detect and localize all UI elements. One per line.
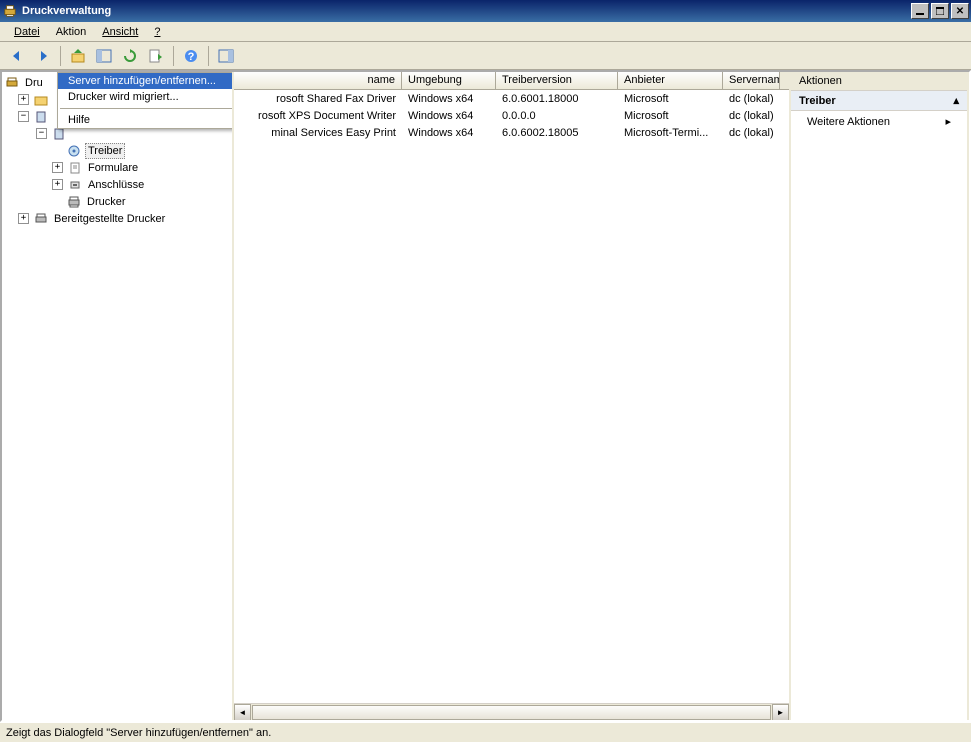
actions-pane: Aktionen Treiber ▴ Weitere Aktionen ▸ [791,72,969,720]
actions-section-label: Treiber [799,95,836,107]
actions-more-actions[interactable]: Weitere Aktionen ▸ [791,111,967,132]
context-menu-add-remove-server[interactable]: Server hinzufügen/entfernen... [58,73,234,89]
driver-icon [66,143,82,159]
menu-bar: Datei Aktion Ansicht ? [0,22,971,42]
driver-env: Windows x64 [402,126,496,140]
context-menu: Server hinzufügen/entfernen... Drucker w… [57,72,234,129]
maximize-button[interactable] [931,3,949,19]
actions-section-drivers[interactable]: Treiber ▴ [791,91,967,111]
printer-icon [66,194,82,210]
list-row[interactable]: rosoft Shared Fax Driver Windows x64 6.0… [234,90,789,107]
scroll-thumb[interactable] [252,705,771,720]
driver-version: 6.0.6002.18005 [496,126,618,140]
printer-management-icon [4,75,20,91]
driver-name: rosoft XPS Document Writer [258,110,396,122]
list-header: name Umgebung Treiberversion Anbieter Se… [234,72,789,90]
driver-env: Windows x64 [402,109,496,123]
deployed-printers-icon [33,211,49,227]
collapse-icon[interactable]: − [18,111,29,122]
context-menu-separator [60,108,232,109]
column-header-server-name[interactable]: Servernam [723,72,780,89]
app-icon [2,3,18,19]
tree-label-drivers: Treiber [85,143,125,159]
up-button[interactable] [66,44,90,68]
forward-button[interactable] [31,44,55,68]
export-list-button[interactable] [144,44,168,68]
tree-node-forms[interactable]: + Formulare [4,159,230,176]
driver-server: dc (lokal) [723,109,780,123]
driver-vendor: Microsoft [618,92,723,106]
close-button[interactable]: ✕ [951,3,969,19]
forms-icon [67,160,83,176]
help-button[interactable]: ? [179,44,203,68]
list-row[interactable]: rosoft XPS Document Writer Windows x64 0… [234,107,789,124]
folder-icon [33,92,49,108]
driver-vendor: Microsoft [618,109,723,123]
context-menu-migrate-printers[interactable]: Drucker wird migriert... [58,89,234,105]
expand-icon[interactable]: + [52,162,63,173]
context-menu-help[interactable]: Hilfe [58,112,234,128]
main-area: Dru + − − Treiber [0,70,971,722]
collapse-triangle-icon: ▴ [953,94,959,107]
status-text: Zeigt das Dialogfeld "Server hinzufügen/… [6,727,965,739]
list-row[interactable]: minal Services Easy Print Windows x64 6.… [234,124,789,141]
expand-icon[interactable]: + [52,179,63,190]
driver-server: dc (lokal) [723,92,780,106]
tree-node-ports[interactable]: + Anschlüsse [4,176,230,193]
submenu-triangle-icon: ▸ [945,115,951,128]
minimize-button[interactable] [911,3,929,19]
column-header-environment[interactable]: Umgebung [402,72,496,89]
driver-version: 6.0.6001.18000 [496,92,618,106]
column-header-vendor[interactable]: Anbieter [618,72,723,89]
list-body[interactable]: rosoft Shared Fax Driver Windows x64 6.0… [234,90,789,703]
list-pane: name Umgebung Treiberversion Anbieter Se… [234,72,791,720]
back-button[interactable] [5,44,29,68]
toolbar-separator [208,46,209,66]
server-icon [33,109,49,125]
scroll-right-button[interactable]: ► [772,704,789,721]
show-hide-console-tree-button[interactable] [92,44,116,68]
tree-pane: Dru + − − Treiber [2,72,234,720]
tree-node-deployed-printers[interactable]: + Bereitgestellte Drucker [4,210,230,227]
expand-icon[interactable]: + [18,213,29,224]
horizontal-scrollbar[interactable]: ◄ ► [234,703,789,720]
scroll-left-button[interactable]: ◄ [234,704,251,721]
expand-icon[interactable]: + [18,94,29,105]
menu-action[interactable]: Aktion [48,24,95,40]
menu-view[interactable]: Ansicht [94,24,146,40]
actions-header: Aktionen [791,72,967,91]
status-bar: Zeigt das Dialogfeld "Server hinzufügen/… [0,722,971,742]
refresh-button[interactable] [118,44,142,68]
tree-label-printers: Drucker [85,195,128,209]
actions-more-label: Weitere Aktionen [807,116,890,128]
ports-icon [67,177,83,193]
window-controls: ✕ [909,3,969,19]
tree-label-forms: Formulare [86,161,140,175]
menu-help[interactable]: ? [146,24,168,40]
driver-server: dc (lokal) [723,126,780,140]
menu-file[interactable]: Datei [6,24,48,40]
driver-env: Windows x64 [402,92,496,106]
driver-version: 0.0.0.0 [496,109,618,123]
tree-node-printers[interactable]: Drucker [4,193,230,210]
tree-label-deployed-printers: Bereitgestellte Drucker [52,212,167,226]
column-header-name[interactable]: name [234,72,402,89]
column-header-driver-version[interactable]: Treiberversion [496,72,618,89]
toolbar-separator [173,46,174,66]
window-title: Druckverwaltung [22,5,909,17]
driver-name: rosoft Shared Fax Driver [276,93,396,105]
title-bar: Druckverwaltung ✕ [0,0,971,22]
driver-name: minal Services Easy Print [271,127,396,139]
tree-label-ports: Anschlüsse [86,178,146,192]
tree-node-drivers[interactable]: Treiber [4,142,230,159]
driver-vendor: Microsoft-Termi... [618,126,723,140]
show-hide-action-pane-button[interactable] [214,44,238,68]
svg-text:?: ? [188,51,195,63]
toolbar: ? [0,42,971,70]
collapse-icon[interactable]: − [36,128,47,139]
toolbar-separator [60,46,61,66]
